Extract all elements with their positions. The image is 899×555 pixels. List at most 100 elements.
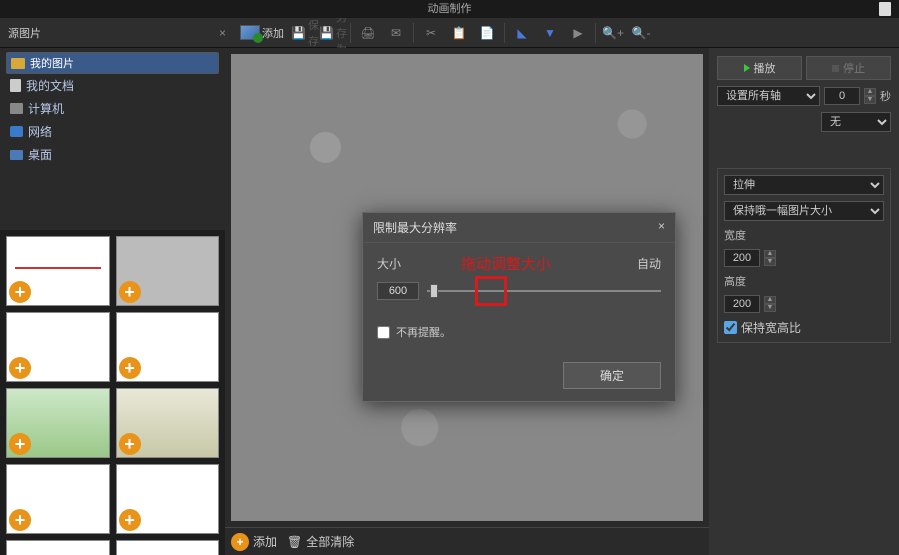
- tree-item-my-pictures[interactable]: 我的图片: [6, 52, 219, 74]
- add-image-icon: [240, 25, 260, 40]
- width-spinner[interactable]: ▲▼: [764, 250, 776, 266]
- width-label: 宽度: [724, 227, 884, 243]
- play-button[interactable]: 播放: [717, 56, 802, 80]
- document-icon: [879, 2, 891, 16]
- zoom-in-icon: 🔍+: [602, 26, 624, 40]
- width-input[interactable]: [724, 249, 760, 267]
- stop-square-icon: [832, 65, 839, 72]
- play-icon: ▶: [573, 26, 582, 40]
- frame-strip: + 添加 🗑 全部清除: [225, 527, 709, 555]
- height-spinner[interactable]: ▲▼: [764, 296, 776, 312]
- print-button[interactable]: 🖨: [355, 20, 381, 46]
- add-icon[interactable]: +: [119, 357, 141, 379]
- save-as-icon: 💾: [319, 26, 334, 40]
- loop-select[interactable]: 无: [821, 112, 891, 132]
- mail-button[interactable]: ✉: [383, 20, 409, 46]
- mail-icon: ✉: [391, 26, 401, 40]
- duration-input[interactable]: [824, 87, 860, 105]
- save-as-button[interactable]: 💾另存为: [320, 20, 346, 46]
- save-icon: 💾: [291, 26, 306, 40]
- folder-icon: [11, 58, 25, 69]
- copy-button[interactable]: 📋: [446, 20, 472, 46]
- slider-handle[interactable]: [430, 284, 438, 298]
- right-panel: 播放 停止 设置所有轴 ▲▼ 秒 无 拉伸 保持哦一幅图片大小 宽度 ▲▼: [709, 48, 899, 555]
- keep-size-select[interactable]: 保持哦一幅图片大小: [724, 201, 884, 221]
- add-icon[interactable]: +: [9, 281, 31, 303]
- thumbnail-grid[interactable]: + + + + + + + + + +: [0, 230, 225, 555]
- printer-icon: 🖨: [360, 26, 375, 40]
- add-button[interactable]: 添加: [234, 20, 290, 46]
- flip-h-button[interactable]: ◣: [509, 20, 535, 46]
- paste-icon: 📄: [480, 26, 495, 40]
- add-icon[interactable]: +: [119, 433, 141, 455]
- add-icon[interactable]: +: [9, 357, 31, 379]
- height-label: 高度: [724, 273, 884, 289]
- stop-button[interactable]: 停止: [806, 56, 891, 80]
- triangle-down-icon: ▼: [544, 26, 556, 40]
- size-section: 拉伸 保持哦一幅图片大小 宽度 ▲▼ 高度 ▲▼ 保持宽高比: [717, 168, 891, 343]
- app-title: 动画制作: [428, 3, 472, 15]
- thumbnail-item[interactable]: +: [116, 236, 220, 306]
- ok-button[interactable]: 确定: [563, 362, 661, 389]
- thumbnail-item[interactable]: +: [116, 312, 220, 382]
- thumbnail-item[interactable]: +: [6, 540, 110, 555]
- dont-remind-checkbox[interactable]: 不再提醒。: [377, 324, 661, 340]
- clear-all-button[interactable]: 🗑 全部清除: [287, 533, 354, 550]
- add-icon[interactable]: +: [9, 433, 31, 455]
- play-triangle-icon: [744, 64, 750, 72]
- size-slider[interactable]: [427, 290, 661, 292]
- add-frame-button[interactable]: + 添加: [231, 533, 277, 551]
- annotation-text: 拖动调整大小: [461, 253, 551, 274]
- copy-icon: 📋: [452, 26, 467, 40]
- annotation-box: [475, 276, 507, 306]
- save-button[interactable]: 💾保存: [292, 20, 318, 46]
- size-label: 大小: [377, 255, 401, 272]
- seconds-label: 秒: [880, 88, 891, 104]
- tree-close-icon[interactable]: ×: [219, 26, 226, 40]
- triangle-left-icon: ◣: [517, 26, 526, 40]
- thumbnail-item[interactable]: +: [116, 388, 220, 458]
- add-icon[interactable]: +: [119, 281, 141, 303]
- left-panel: 我的图片 我的文档 计算机 网络 桌面: [0, 48, 225, 555]
- desktop-icon: [10, 150, 23, 160]
- network-icon: [10, 126, 23, 137]
- paste-button[interactable]: 📄: [474, 20, 500, 46]
- tree-header: 源图片: [8, 25, 41, 41]
- zoom-out-button[interactable]: 🔍-: [628, 20, 654, 46]
- thumbnail-item[interactable]: +: [6, 464, 110, 534]
- duration-spinner[interactable]: ▲▼: [864, 88, 876, 104]
- cut-button[interactable]: ✂: [418, 20, 444, 46]
- size-input[interactable]: [377, 282, 419, 300]
- height-input[interactable]: [724, 295, 760, 313]
- trash-icon: 🗑: [287, 535, 302, 549]
- thumbnail-item[interactable]: +: [6, 388, 110, 458]
- computer-icon: [10, 103, 23, 114]
- play-toolbar-button[interactable]: ▶: [565, 20, 591, 46]
- thumbnail-item[interactable]: +: [6, 236, 110, 306]
- source-tree: 我的图片 我的文档 计算机 网络 桌面: [0, 48, 225, 170]
- resolution-dialog: 限制最大分辨率 × 大小 拖动调整大小 自动 不再提醒。 确定: [362, 212, 676, 402]
- zoom-in-button[interactable]: 🔍+: [600, 20, 626, 46]
- tree-item-computer[interactable]: 计算机: [6, 97, 219, 120]
- axis-select[interactable]: 设置所有轴: [717, 86, 820, 106]
- document-icon: [10, 79, 21, 92]
- add-icon[interactable]: +: [9, 509, 31, 531]
- main-toolbar: 源图片 × 添加 💾保存 💾另存为 🖨 ✉ ✂ 📋 📄 ◣ ▼ ▶ 🔍+ 🔍-: [0, 18, 899, 48]
- thumbnail-item[interactable]: +: [116, 464, 220, 534]
- tree-item-network[interactable]: 网络: [6, 120, 219, 143]
- plus-icon: +: [231, 533, 249, 551]
- zoom-out-icon: 🔍-: [632, 26, 651, 40]
- auto-label: 自动: [637, 255, 661, 272]
- thumbnail-item[interactable]: +: [116, 540, 220, 555]
- scissors-icon: ✂: [426, 26, 436, 40]
- keep-ratio-checkbox[interactable]: 保持宽高比: [724, 319, 884, 336]
- stretch-select[interactable]: 拉伸: [724, 175, 884, 195]
- add-icon[interactable]: +: [119, 509, 141, 531]
- dialog-title: 限制最大分辨率: [373, 219, 457, 236]
- flip-v-button[interactable]: ▼: [537, 20, 563, 46]
- thumbnail-item[interactable]: +: [6, 312, 110, 382]
- close-icon[interactable]: ×: [658, 219, 665, 236]
- title-bar: 动画制作: [0, 0, 899, 18]
- tree-item-desktop[interactable]: 桌面: [6, 143, 219, 166]
- tree-item-my-documents[interactable]: 我的文档: [6, 74, 219, 97]
